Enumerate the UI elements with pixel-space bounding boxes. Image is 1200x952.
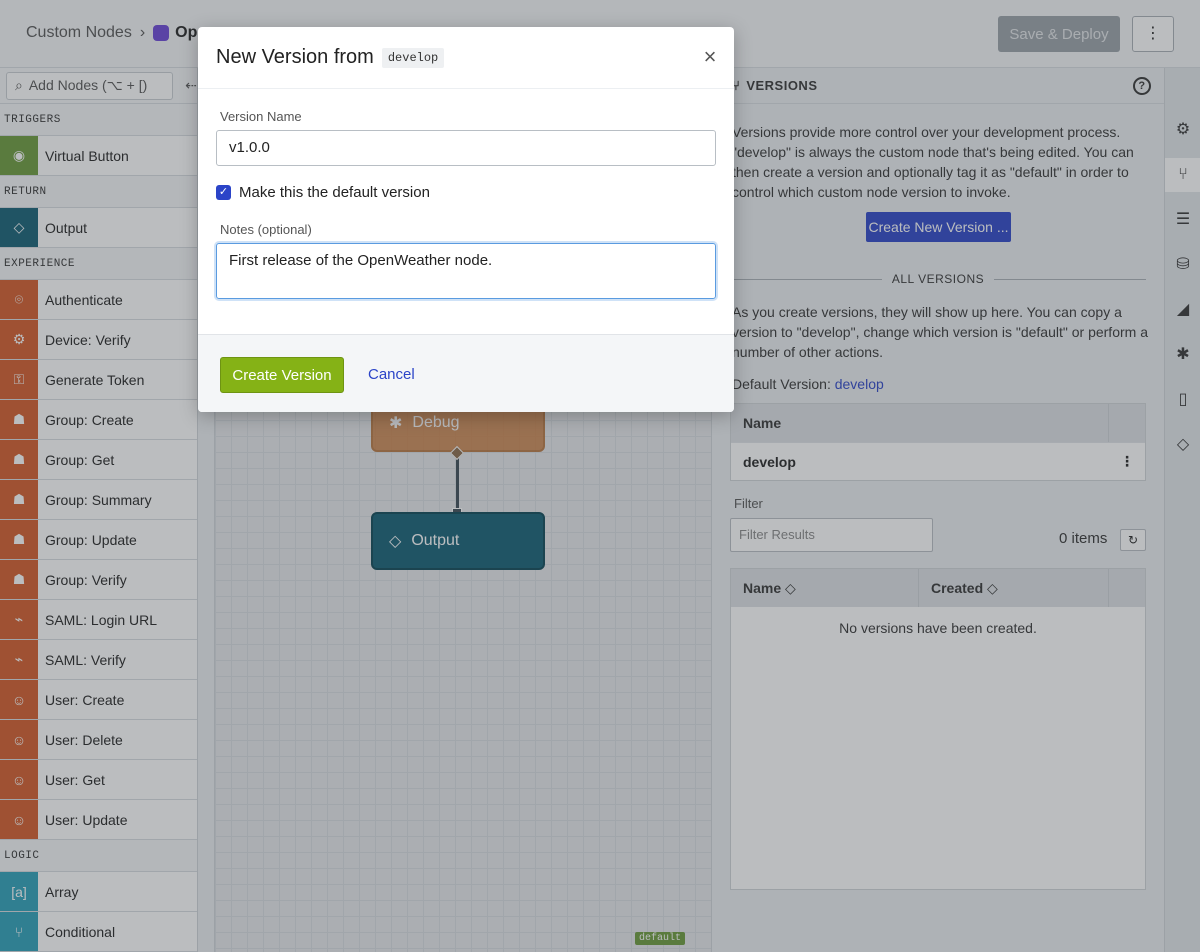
modal-header: New Version from develop: [198, 27, 734, 89]
checkmark-icon[interactable]: ✓: [216, 185, 231, 200]
modal-title: New Version from: [216, 46, 374, 68]
cancel-button[interactable]: Cancel: [368, 366, 415, 383]
version-name-label: Version Name: [220, 109, 302, 124]
notes-textarea[interactable]: First release of the OpenWeather node.: [216, 243, 716, 299]
create-version-button[interactable]: Create Version: [220, 357, 344, 393]
version-name-input[interactable]: v1.0.0: [216, 130, 716, 166]
source-version-badge: develop: [381, 47, 445, 68]
modal-footer: Create Version Cancel: [198, 334, 734, 412]
close-icon[interactable]: ×: [700, 46, 720, 68]
new-version-modal: New Version from develop × Version Name …: [198, 27, 734, 412]
default-version-checkbox[interactable]: ✓ Make this the default version: [216, 184, 430, 201]
notes-label: Notes (optional): [220, 222, 312, 237]
default-version-checkbox-label: Make this the default version: [239, 184, 430, 201]
